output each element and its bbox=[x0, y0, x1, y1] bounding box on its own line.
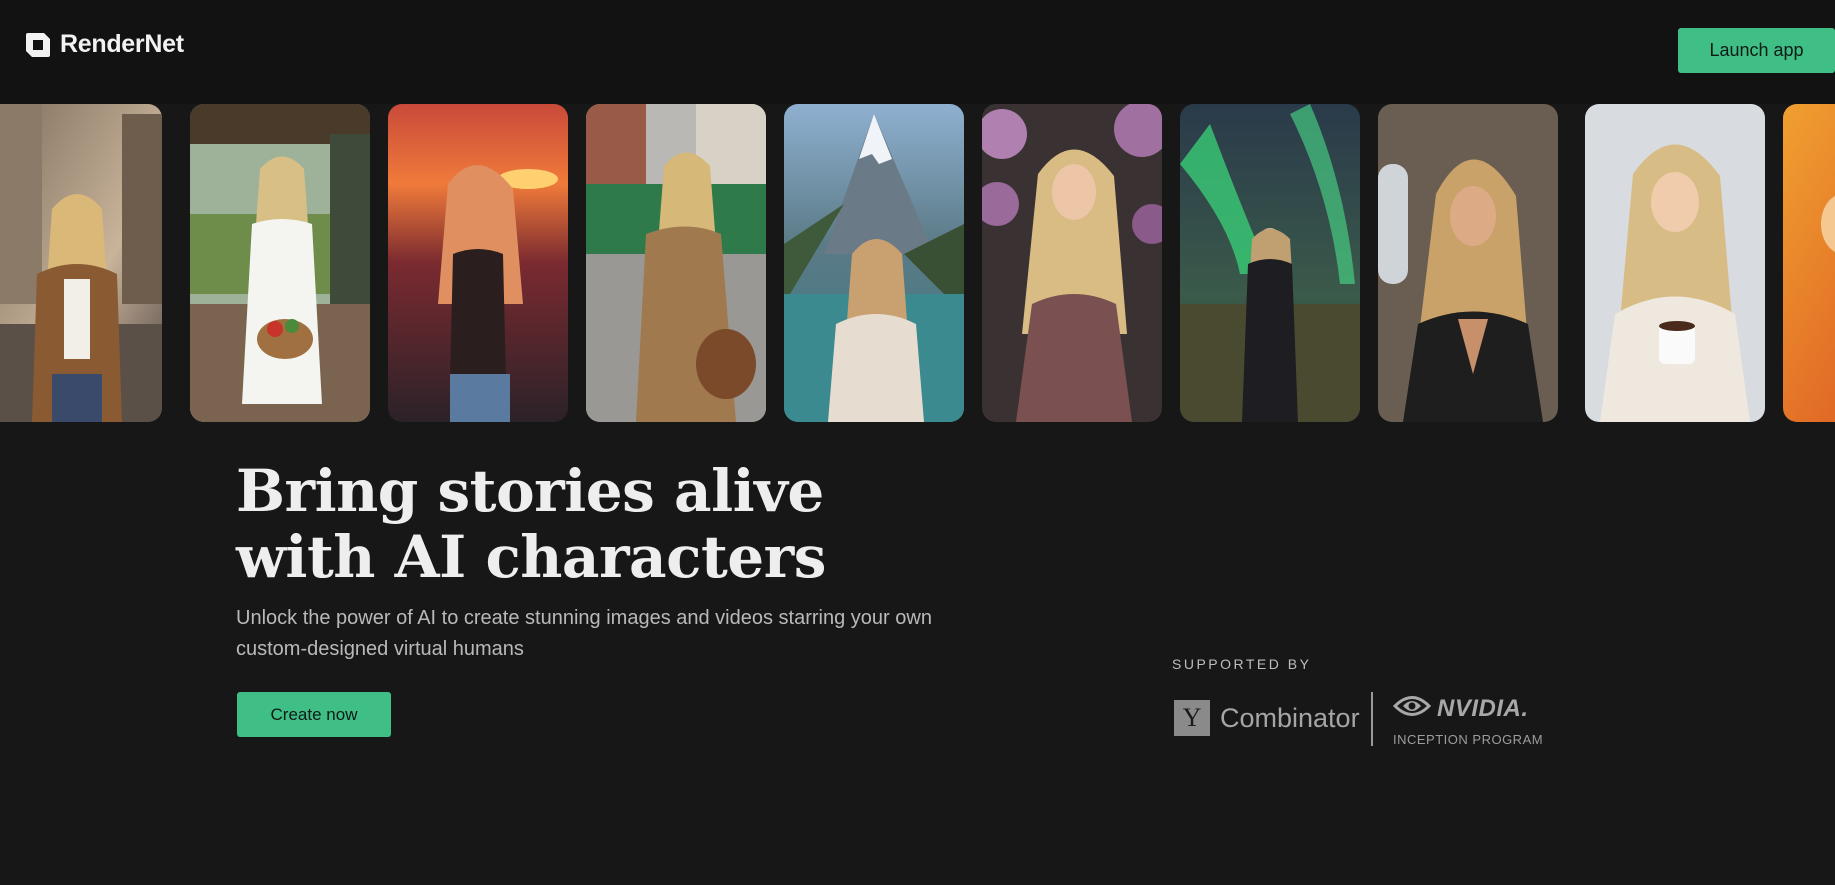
airplane-portrait-image bbox=[1378, 104, 1558, 422]
gallery-card-city[interactable] bbox=[0, 104, 162, 422]
rendernet-logo-icon bbox=[24, 31, 52, 59]
gallery-card-orange[interactable] bbox=[1783, 104, 1835, 422]
hero-title-line-1: Bring stories alive bbox=[236, 457, 824, 525]
flowers-portrait-image bbox=[982, 104, 1162, 422]
character-gallery bbox=[0, 104, 1835, 422]
tram-street-portrait-image bbox=[586, 104, 766, 422]
create-now-button[interactable]: Create now bbox=[237, 692, 391, 737]
orange-portrait-image bbox=[1783, 104, 1835, 422]
hero-title: Bring stories alive with AI characters bbox=[236, 458, 936, 590]
y-combinator-name: Combinator bbox=[1220, 702, 1360, 733]
site-header: RenderNet Launch app bbox=[0, 0, 1835, 104]
brand-logo[interactable]: RenderNet bbox=[24, 30, 184, 59]
hero-title-line-2: with AI characters bbox=[236, 523, 826, 591]
city-street-portrait-image bbox=[0, 104, 162, 422]
y-combinator-mark-icon: Y bbox=[1174, 700, 1210, 736]
nvidia-program-label: INCEPTION PROGRAM bbox=[1393, 732, 1544, 747]
supported-by-label: SUPPORTED BY bbox=[1172, 656, 1312, 672]
logo-divider bbox=[1371, 692, 1373, 746]
hero-subtitle: Unlock the power of AI to create stunnin… bbox=[236, 607, 932, 660]
nvidia-name: NVIDIA. bbox=[1437, 694, 1529, 722]
gallery-card-mountain[interactable] bbox=[784, 104, 964, 422]
farm-porch-portrait-image bbox=[190, 104, 370, 422]
y-combinator-logo: Y Combinator bbox=[1174, 700, 1360, 736]
nvidia-eye-icon bbox=[1392, 693, 1432, 724]
gallery-card-airplane[interactable] bbox=[1378, 104, 1558, 422]
gallery-card-flowers[interactable] bbox=[982, 104, 1162, 422]
mountain-lake-portrait-image bbox=[784, 104, 964, 422]
gallery-card-aurora[interactable] bbox=[1180, 104, 1360, 422]
aurora-portrait-image bbox=[1180, 104, 1360, 422]
gallery-card-snow[interactable] bbox=[1585, 104, 1765, 422]
gallery-card-tram[interactable] bbox=[586, 104, 766, 422]
gallery-card-sunset[interactable] bbox=[388, 104, 568, 422]
sunset-portrait-image bbox=[388, 104, 568, 422]
nvidia-inception-logo: NVIDIA. INCEPTION PROGRAM bbox=[1392, 693, 1544, 747]
launch-app-button[interactable]: Launch app bbox=[1678, 28, 1835, 73]
brand-name: RenderNet bbox=[60, 30, 184, 58]
gallery-card-porch[interactable] bbox=[190, 104, 370, 422]
snow-coffee-portrait-image bbox=[1585, 104, 1765, 422]
